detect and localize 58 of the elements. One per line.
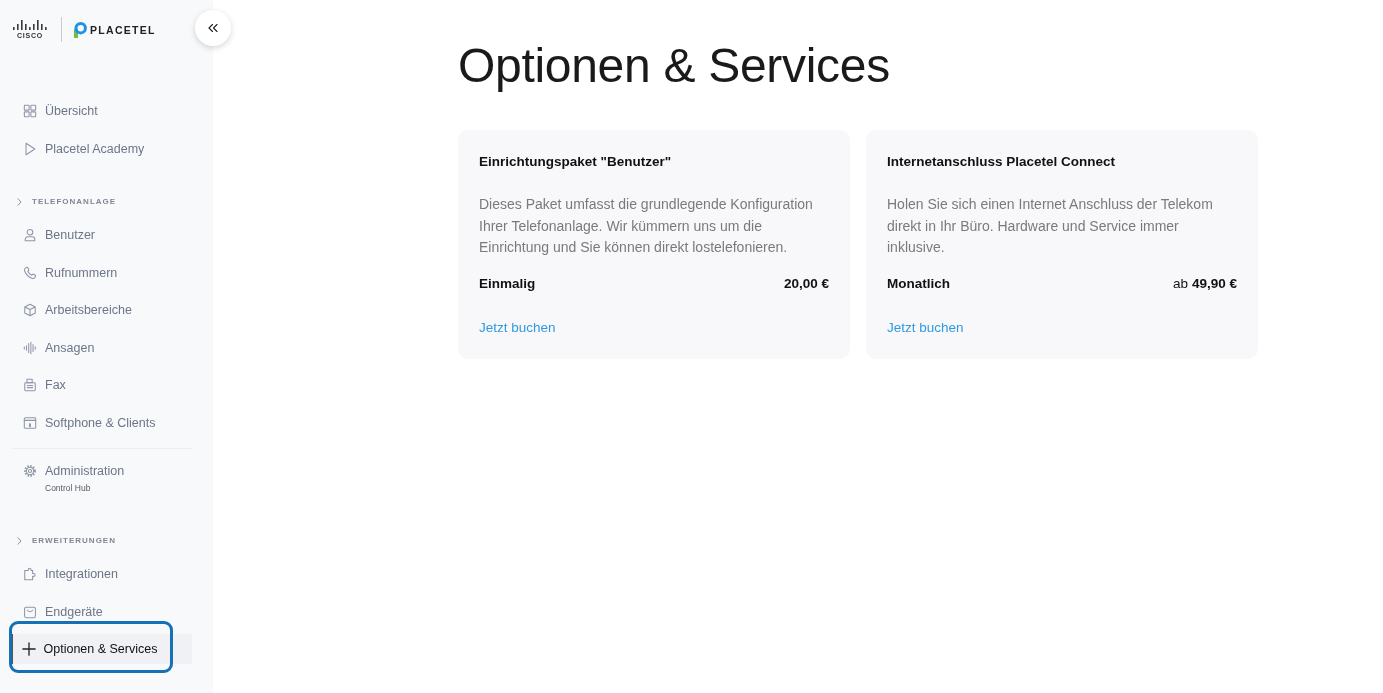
- nav-item[interactable]: Benutzer: [12, 220, 192, 251]
- nav-label: Softphone & Clients: [45, 414, 156, 431]
- chevron-right-icon: [17, 197, 22, 206]
- book-link[interactable]: Jetzt buchen: [887, 318, 964, 337]
- nav-item[interactable]: Arbeitsbereiche: [12, 295, 192, 326]
- book-link[interactable]: Jetzt buchen: [479, 318, 556, 337]
- price-prefix: ab: [1172, 274, 1188, 293]
- user-icon: [23, 228, 37, 243]
- nav-label: Übersicht: [45, 103, 98, 120]
- nav-item[interactable]: Placetel Academy: [12, 133, 192, 164]
- billing-label: Monatlich: [887, 274, 950, 293]
- nav-label: Optionen & Services: [43, 641, 158, 658]
- fax-icon: [23, 378, 37, 393]
- price: 20,00 €: [783, 274, 829, 293]
- plus-icon: [21, 642, 36, 657]
- nav-label: Placetel Academy: [45, 140, 145, 157]
- card-description: Holen Sie sich einen Internet Anschluss der Telekom direkt in Ihr Büro. Hardware und Service immer inklusive.: [887, 195, 1214, 258]
- nav-item[interactable]: Rufnummern: [12, 257, 192, 288]
- phone-icon: [23, 265, 37, 280]
- nav-item[interactable]: Softphone & Clients: [12, 407, 192, 438]
- collapse-button[interactable]: [195, 10, 231, 46]
- gear-icon: [23, 463, 37, 478]
- play-icon: [23, 141, 37, 156]
- nav-label: Endgeräte: [45, 603, 103, 620]
- card-title: Einrichtungspaket "Benutzer": [479, 154, 673, 170]
- nav-label: Ansagen: [45, 339, 95, 356]
- logo-mark-icon: [73, 21, 87, 38]
- nav-item[interactable]: Fax: [12, 370, 192, 401]
- card-description: Dieses Paket umfasst die grundlegende Konfiguration Ihrer Telefonanlage. Wir kümmern uns um die Einrichtung und Sie können direkt lostelefonieren.: [479, 195, 814, 258]
- card-title: Internetanschluss Placetel Connect: [887, 154, 1117, 170]
- nav-item[interactable]: Integrationen: [12, 559, 192, 590]
- nav-item[interactable]: Übersicht: [12, 96, 192, 127]
- grid-icon: [23, 104, 37, 119]
- double-chevron-icon: [208, 24, 218, 32]
- bag-icon: [23, 604, 37, 619]
- logo-bars-icon: [12, 20, 48, 30]
- nav-label: Administration: [45, 462, 125, 479]
- nav-label: Fax: [45, 377, 66, 394]
- nav-item[interactable]: Ansagen: [12, 332, 192, 363]
- window-icon: [23, 415, 37, 430]
- nav-item[interactable]: Optionen & Services: [12, 634, 192, 665]
- nav-item[interactable]: Administration Control Hub: [12, 449, 192, 502]
- nav-item[interactable]: Endgeräte: [12, 596, 192, 627]
- price: 49,90 €: [1191, 274, 1237, 293]
- nav-label: Benutzer: [45, 227, 96, 244]
- billing-label: Einmalig: [479, 274, 536, 293]
- nav-sublabel: Control Hub: [45, 481, 92, 494]
- nav-label: Arbeitsbereiche: [45, 302, 132, 319]
- nav-label: Rufnummern: [45, 264, 118, 281]
- logo-text: PLACETEL: [90, 23, 156, 36]
- section-heading: ERWEITERUNGEN: [32, 536, 116, 545]
- page-title: Optionen & Services: [458, 38, 891, 94]
- cube-icon: [23, 303, 37, 318]
- sound-wave-icon: [23, 340, 37, 355]
- nav-label: Integrationen: [45, 566, 118, 583]
- chevron-right-icon: [17, 536, 22, 545]
- puzzle-icon: [23, 567, 37, 582]
- section-heading: TELEFONANLAGE: [32, 197, 117, 206]
